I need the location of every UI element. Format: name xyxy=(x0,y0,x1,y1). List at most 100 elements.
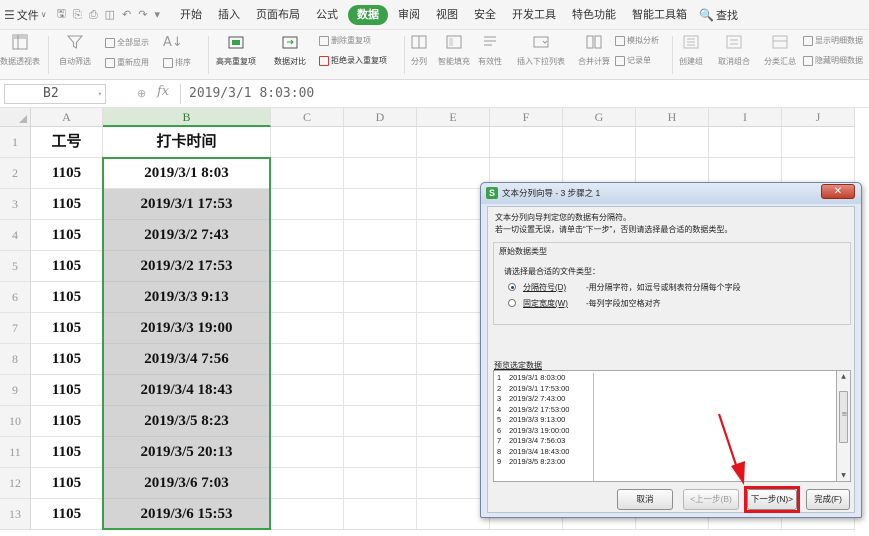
cell-c8[interactable] xyxy=(271,344,344,375)
cell-a2[interactable]: 1105 xyxy=(31,158,103,189)
cancel-button[interactable]: 取消 xyxy=(617,489,673,510)
cell-d4[interactable] xyxy=(344,220,417,251)
row-header-9[interactable]: 9 xyxy=(0,375,31,406)
cell-b2[interactable]: 2019/3/1 8:03 xyxy=(103,158,271,189)
fx-icon[interactable]: fx xyxy=(157,84,169,99)
tab-6[interactable]: 视图 xyxy=(428,5,466,25)
cell-b6[interactable]: 2019/3/3 9:13 xyxy=(103,282,271,313)
tab-8[interactable]: 开发工具 xyxy=(504,5,564,25)
cell-c1[interactable] xyxy=(271,127,344,158)
cell-b5[interactable]: 2019/3/2 17:53 xyxy=(103,251,271,282)
column-header-e[interactable]: E xyxy=(417,108,490,127)
cell-a1[interactable]: 工号 xyxy=(31,127,103,158)
cell-b4[interactable]: 2019/3/2 7:43 xyxy=(103,220,271,251)
cell-c12[interactable] xyxy=(271,468,344,499)
tab-4[interactable]: 数据 xyxy=(348,4,388,25)
cell-d6[interactable] xyxy=(344,282,417,313)
fixed-width-radio[interactable] xyxy=(508,299,516,307)
scroll-down-icon[interactable]: ▼ xyxy=(837,470,850,481)
name-box[interactable]: B2 ▾ xyxy=(4,84,106,104)
cell-e1[interactable] xyxy=(417,127,490,158)
cell-a9[interactable]: 1105 xyxy=(31,375,103,406)
cell-d12[interactable] xyxy=(344,468,417,499)
row-header-12[interactable]: 12 xyxy=(0,468,31,499)
cell-a13[interactable]: 1105 xyxy=(31,499,103,530)
formula-input[interactable]: 2019/3/1 8:03:00 xyxy=(180,84,869,104)
cell-h1[interactable] xyxy=(636,127,709,158)
cell-d8[interactable] xyxy=(344,344,417,375)
tab-3[interactable]: 公式 xyxy=(308,5,346,25)
record-form-button[interactable]: 记录单 xyxy=(615,55,651,66)
cell-d13[interactable] xyxy=(344,499,417,530)
smart-fill-button[interactable]: 智能填充 xyxy=(436,33,472,67)
preview-scrollbar[interactable]: ▲ ▼ xyxy=(837,370,851,482)
next-button[interactable]: 下一步(N)> xyxy=(747,489,797,510)
sort-button[interactable]: 排序 xyxy=(163,57,191,68)
redo-icon[interactable]: ↷ xyxy=(138,8,147,21)
row-header-6[interactable]: 6 xyxy=(0,282,31,313)
reapply-button[interactable]: 重新应用 xyxy=(105,57,149,68)
chevron-down-icon[interactable]: ▾ xyxy=(98,85,102,103)
cell-d10[interactable] xyxy=(344,406,417,437)
file-menu[interactable]: ☰ 文件 ∨ xyxy=(4,7,47,23)
scroll-up-icon[interactable]: ▲ xyxy=(837,371,850,382)
cell-e2[interactable] xyxy=(417,158,490,189)
split-column-button[interactable]: 分列 xyxy=(405,33,433,67)
reject-duplicates-button[interactable]: 拒绝录入重复项 xyxy=(319,55,387,66)
row-header-7[interactable]: 7 xyxy=(0,313,31,344)
data-compare-button[interactable]: 数据对比 xyxy=(268,33,312,67)
tab-10[interactable]: 智能工具箱 xyxy=(624,5,695,25)
cell-a8[interactable]: 1105 xyxy=(31,344,103,375)
select-all-corner[interactable] xyxy=(0,108,31,127)
delimited-label[interactable]: 分隔符号(D) xyxy=(523,282,566,293)
insert-dropdown-button[interactable]: 插入下拉列表 xyxy=(516,33,566,67)
pivot-table-button[interactable]: 数据透视表 xyxy=(0,33,40,67)
row-header-3[interactable]: 3 xyxy=(0,189,31,220)
customize-icon[interactable]: ▾ xyxy=(154,8,160,21)
validity-button[interactable]: 有效性 xyxy=(474,33,506,67)
subtotal-button[interactable]: 分类汇总 xyxy=(759,33,801,67)
show-detail-button[interactable]: 显示明细数据 xyxy=(803,35,863,46)
row-header-1[interactable]: 1 xyxy=(0,127,31,158)
autofilter-button[interactable]: 自动筛选 xyxy=(55,33,95,67)
cell-i1[interactable] xyxy=(709,127,782,158)
row-header-11[interactable]: 11 xyxy=(0,437,31,468)
tab-5[interactable]: 审阅 xyxy=(390,5,428,25)
export-icon[interactable]: ⎘ xyxy=(73,8,82,22)
simulate-analysis-button[interactable]: 模拟分析 xyxy=(615,35,659,46)
highlight-duplicates-button[interactable]: 高亮重复项 xyxy=(213,33,259,67)
tab-9[interactable]: 特色功能 xyxy=(564,5,624,25)
cell-d11[interactable] xyxy=(344,437,417,468)
cell-c6[interactable] xyxy=(271,282,344,313)
cell-a4[interactable]: 1105 xyxy=(31,220,103,251)
column-header-g[interactable]: G xyxy=(563,108,636,127)
cell-a5[interactable]: 1105 xyxy=(31,251,103,282)
row-header-4[interactable]: 4 xyxy=(0,220,31,251)
column-header-i[interactable]: I xyxy=(709,108,782,127)
close-button[interactable]: ✕ xyxy=(821,184,855,199)
preview-icon[interactable]: ◫ xyxy=(105,8,115,21)
cell-b13[interactable]: 2019/3/6 15:53 xyxy=(103,499,271,530)
cell-d7[interactable] xyxy=(344,313,417,344)
cell-c5[interactable] xyxy=(271,251,344,282)
column-header-a[interactable]: A xyxy=(31,108,103,127)
cell-d2[interactable] xyxy=(344,158,417,189)
delimited-radio[interactable] xyxy=(508,283,516,291)
cell-c4[interactable] xyxy=(271,220,344,251)
cell-a10[interactable]: 1105 xyxy=(31,406,103,437)
zoom-icon[interactable]: ⊕ xyxy=(137,87,146,100)
cell-a3[interactable]: 1105 xyxy=(31,189,103,220)
row-header-10[interactable]: 10 xyxy=(0,406,31,437)
row-header-8[interactable]: 8 xyxy=(0,344,31,375)
cell-b11[interactable]: 2019/3/5 20:13 xyxy=(103,437,271,468)
column-header-c[interactable]: C xyxy=(271,108,344,127)
back-button[interactable]: <上一步(B) xyxy=(683,489,739,510)
scroll-thumb[interactable] xyxy=(839,391,849,443)
row-header-2[interactable]: 2 xyxy=(0,158,31,189)
undo-icon[interactable]: ↶ xyxy=(122,8,131,21)
finish-button[interactable]: 完成(F) xyxy=(806,489,850,510)
cell-b1[interactable]: 打卡时间 xyxy=(103,127,271,158)
cell-a11[interactable]: 1105 xyxy=(31,437,103,468)
cell-c13[interactable] xyxy=(271,499,344,530)
print-icon[interactable]: ⎙ xyxy=(89,8,98,22)
